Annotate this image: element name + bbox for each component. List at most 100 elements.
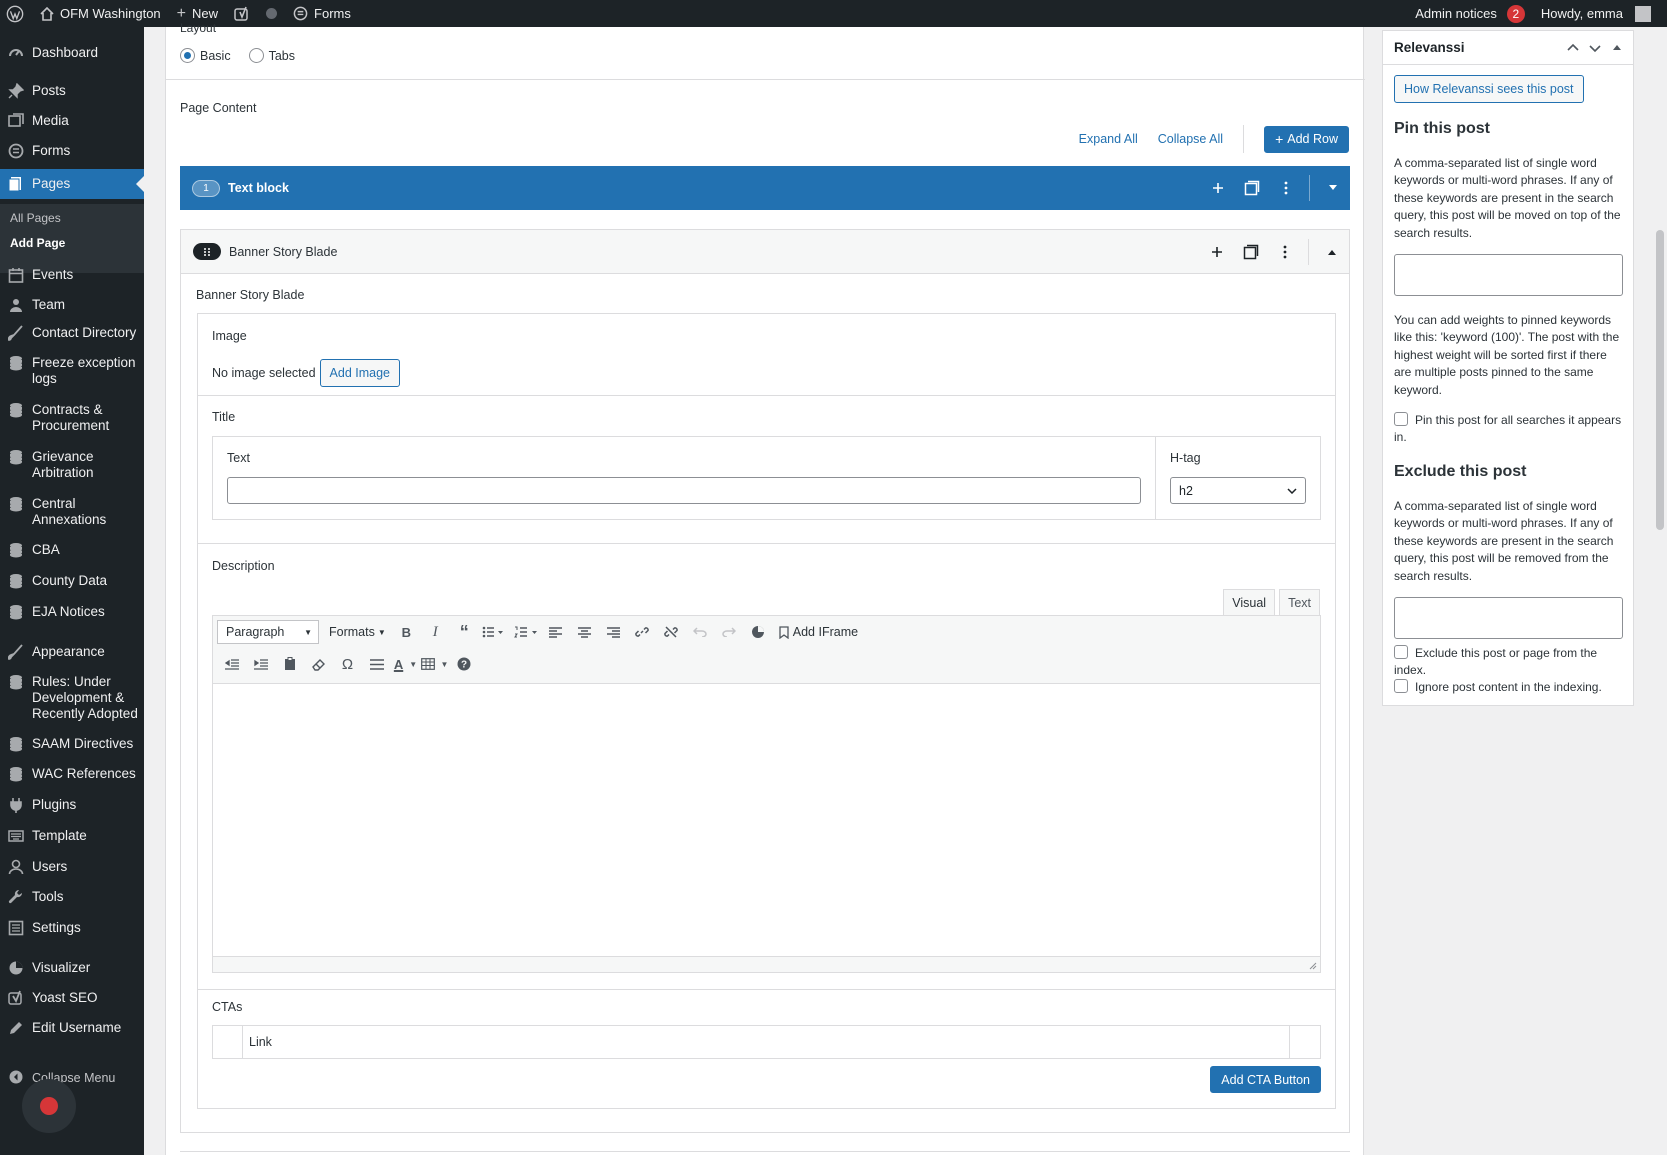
blockquote-icon[interactable]: “ [450,618,479,646]
indent-icon[interactable] [246,650,275,678]
row-header[interactable]: Banner Story Blade [181,230,1349,274]
wordpress-logo-icon[interactable] [0,0,32,27]
sidebar-item-eja-notices[interactable]: EJA Notices [0,604,144,620]
table-icon[interactable]: ▼ [420,650,449,678]
expand-all-link[interactable]: Expand All [1079,132,1138,146]
sidebar-item-dashboard[interactable]: Dashboard [0,45,144,61]
toggle-panel-icon[interactable] [1609,40,1625,56]
sidebar-item-saam-directives[interactable]: SAAM Directives [0,736,144,752]
sidebar-item-cba[interactable]: CBA [0,542,144,558]
layout-row-text-block[interactable]: 1 Text block [180,166,1350,210]
sidebar-item-users[interactable]: Users [0,859,144,875]
sidebar-item-edit-username[interactable]: Edit Username [0,1020,144,1036]
sidebar-item-contracts-procurement[interactable]: Contracts & Procurement [0,402,144,434]
sidebar-item-posts[interactable]: Posts [0,83,144,99]
align-left-icon[interactable] [541,618,570,646]
sidebar-item-central-annexations[interactable]: Central Annexations [0,496,144,528]
yoast-icon[interactable] [226,0,258,27]
special-character-icon[interactable]: Ω [333,650,362,678]
htag-select[interactable]: h2 [1170,477,1306,504]
collapse-all-link[interactable]: Collapse All [1158,132,1223,146]
sidebar-item-settings[interactable]: Settings [0,920,144,936]
bullet-list-icon[interactable] [479,618,508,646]
pin-keywords-textarea[interactable] [1394,254,1623,296]
sidebar-item-events[interactable]: Events [0,267,144,283]
outdent-icon[interactable] [217,650,246,678]
sidebar-item-county-data[interactable]: County Data [0,573,144,589]
layout-tabs-radio[interactable]: Tabs [248,48,295,63]
sidebar-item-wac-references[interactable]: WAC References [0,766,144,782]
page-scrollbar[interactable] [1652,27,1667,1155]
site-name-link[interactable]: OFM Washington [32,0,169,27]
expand-row-icon[interactable] [1316,166,1350,210]
sidebar-item-team[interactable]: Team [0,297,144,313]
paragraph-select[interactable]: Paragraph ▼ [217,620,319,644]
sidebar-item-tools[interactable]: Tools [0,889,144,905]
sidebar-item-pages[interactable]: Pages [0,169,144,199]
status-dot-icon[interactable] [258,0,285,27]
title-text-input[interactable] [227,477,1141,504]
text-color-icon[interactable]: A ▼ [391,650,420,678]
layout-basic-radio[interactable]: Basic [180,48,231,63]
submenu-add-page[interactable]: Add Page [10,236,65,250]
drag-handle-icon[interactable] [193,243,221,260]
redo-icon[interactable] [715,618,744,646]
ignore-content-checkbox[interactable]: Ignore post content in the indexing. [1394,679,1624,696]
more-options-icon[interactable] [1268,230,1302,273]
account-menu[interactable]: Howdy, emma [1533,0,1667,27]
exclude-index-checkbox[interactable]: Exclude this post or page from the index… [1394,645,1624,679]
how-relevanssi-button[interactable]: How Relevanssi sees this post [1394,75,1584,103]
formats-dropdown[interactable]: Formats ▼ [323,618,392,646]
sidebar-item-forms[interactable]: Forms [0,143,144,159]
add-image-button[interactable]: Add Image [319,359,400,387]
add-layout-icon[interactable] [1200,230,1234,273]
pie-chart-icon[interactable] [744,618,773,646]
link-icon[interactable] [628,618,657,646]
italic-icon[interactable]: I [421,618,450,646]
collapse-row-icon[interactable] [1315,230,1349,273]
move-up-icon[interactable] [1565,40,1581,56]
record-button[interactable] [22,1079,76,1133]
add-iframe-button[interactable]: Add IFrame [773,618,864,646]
add-layout-icon[interactable] [1201,166,1235,210]
editor-content-area[interactable] [213,684,1320,954]
sidebar-item-grievance-arbitration[interactable]: Grievance Arbitration [0,449,144,481]
more-options-icon[interactable] [1269,166,1303,210]
horizontal-line-icon[interactable] [362,650,391,678]
sidebar-item-plugins[interactable]: Plugins [0,797,144,813]
tab-text[interactable]: Text [1279,589,1320,616]
sidebar-item-rules-under-development-recently-adopted[interactable]: Rules: Under Development & Recently Adop… [0,674,144,722]
exclude-keywords-textarea[interactable] [1394,597,1623,639]
align-center-icon[interactable] [570,618,599,646]
sidebar-item-template[interactable]: Template [0,828,144,844]
numbered-list-icon[interactable] [512,618,541,646]
resize-handle-icon[interactable] [1307,960,1317,970]
add-row-button[interactable]: + Add Row [1264,125,1349,153]
submenu-all-pages[interactable]: All Pages [10,211,61,225]
add-cta-button[interactable]: Add CTA Button [1210,1066,1321,1093]
collapse-menu-button[interactable]: Collapse Menu [0,1070,144,1086]
sidebar-item-yoast-seo[interactable]: Yoast SEO [0,990,144,1006]
move-down-icon[interactable] [1587,40,1603,56]
paste-text-icon[interactable] [275,650,304,678]
scrollbar-thumb[interactable] [1656,230,1664,530]
undo-icon[interactable] [686,618,715,646]
clear-formatting-icon[interactable] [304,650,333,678]
sidebar-item-media[interactable]: Media [0,113,144,129]
bold-icon[interactable]: B [392,618,421,646]
relevanssi-header[interactable]: Relevanssi [1383,31,1633,65]
sidebar-item-visualizer[interactable]: Visualizer [0,960,144,976]
admin-notices-link[interactable]: Admin notices 2 [1407,0,1533,27]
unlink-icon[interactable] [657,618,686,646]
align-right-icon[interactable] [599,618,628,646]
forms-link[interactable]: Forms [285,0,359,27]
sidebar-item-appearance[interactable]: Appearance [0,644,144,660]
pin-all-checkbox[interactable]: Pin this post for all searches it appear… [1394,412,1624,446]
help-icon[interactable]: ? [449,650,478,678]
tab-visual[interactable]: Visual [1223,589,1276,616]
sidebar-item-freeze-exception-logs[interactable]: Freeze exception logs [0,355,144,387]
cta-column-header: Link [243,1026,1290,1058]
sidebar-item-contact-directory[interactable]: Contact Directory [0,325,144,341]
duplicate-icon[interactable] [1234,230,1268,273]
duplicate-icon[interactable] [1235,166,1269,210]
